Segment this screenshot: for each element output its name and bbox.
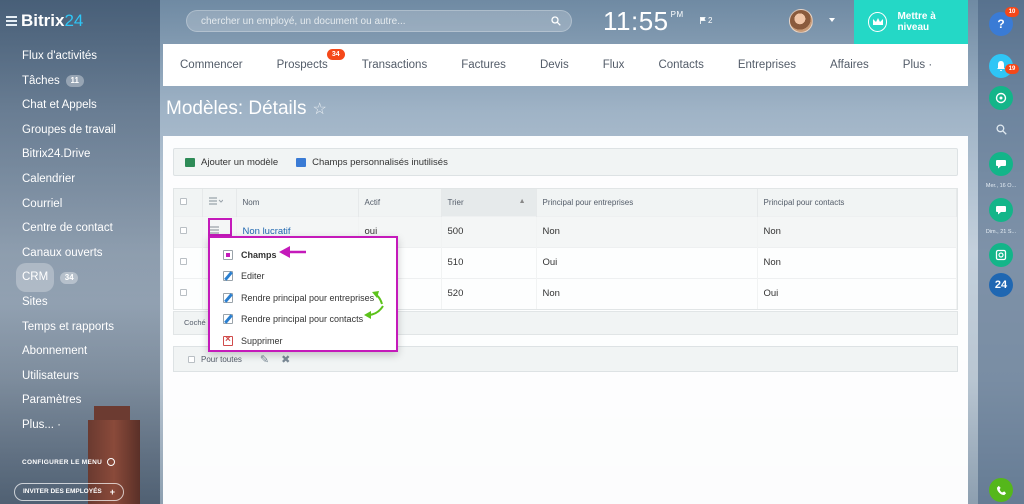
green-arrow-2-line [368,305,384,316]
green-arrow-2-head-icon [364,311,371,319]
magenta-arrow-head-icon [279,246,290,258]
annotation-arrows [279,246,384,319]
